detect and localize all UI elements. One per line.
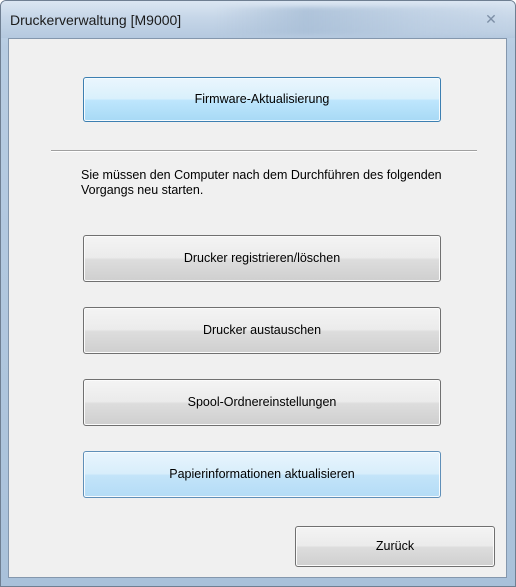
back-label: Zurück [375,539,415,553]
back-button[interactable]: Zurück [295,526,495,567]
replace-printer-label: Drucker austauschen [202,323,322,337]
dialog-window: Druckerverwaltung [M9000] ✕ Firmware-Akt… [0,0,516,587]
register-delete-printer-button[interactable]: Drucker registrieren/löschen [83,235,441,282]
update-paper-info-button[interactable]: Papierinformationen aktualisieren [83,451,441,498]
window-title: Druckerverwaltung [M9000] [10,12,182,28]
section-divider [51,150,477,152]
firmware-update-button[interactable]: Firmware-Aktualisierung [83,77,441,122]
restart-notice: Sie müssen den Computer nach dem Durchfü… [81,168,442,197]
register-delete-printer-label: Drucker registrieren/löschen [183,251,341,265]
close-icon[interactable]: ✕ [481,9,501,29]
replace-printer-button[interactable]: Drucker austauschen [83,307,441,354]
firmware-update-label: Firmware-Aktualisierung [194,92,330,106]
title-bar[interactable]: Druckerverwaltung [M9000] ✕ [1,1,515,38]
update-paper-info-label: Papierinformationen aktualisieren [169,467,355,481]
dialog-content: Firmware-Aktualisierung Sie müssen den C… [8,38,507,578]
spool-folder-settings-button[interactable]: Spool-Ordnereinstellungen [83,379,441,426]
spool-folder-settings-label: Spool-Ordnereinstellungen [187,395,337,409]
